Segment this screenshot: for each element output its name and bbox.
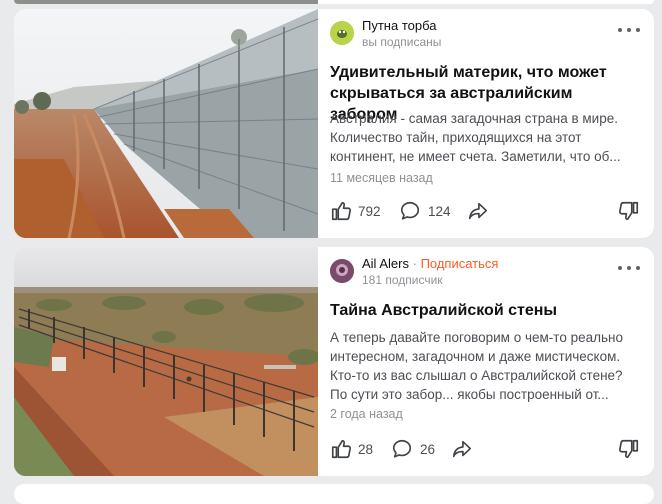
like-button[interactable]: 28 (330, 436, 373, 462)
channel-avatar[interactable] (330, 259, 354, 283)
article-thumbnail[interactable] (14, 247, 318, 476)
channel-name[interactable]: Путна торба (362, 18, 436, 33)
comment-button[interactable]: 124 (398, 198, 451, 224)
more-icon[interactable] (618, 263, 640, 273)
snippet-line: интересном, загадочном и даже мистическо… (330, 349, 621, 364)
channel-logo-icon (330, 21, 354, 45)
like-count: 792 (358, 203, 381, 219)
comment-icon (400, 201, 420, 220)
snippet-line: А теперь давайте поговорим о чем-то реал… (330, 330, 623, 345)
next-card-edge (14, 484, 654, 504)
comment-count: 124 (428, 203, 451, 219)
channel-logo-icon (330, 259, 354, 283)
like-icon (331, 201, 351, 221)
comment-button[interactable]: 26 (390, 436, 435, 462)
share-button[interactable] (450, 436, 474, 462)
snippet-line: Австралия - самая загадочная страна в ми… (330, 111, 618, 126)
article-snippet[interactable]: А теперь давайте поговорим о чем-то реал… (330, 328, 646, 404)
subscribe-button[interactable]: Подписаться (421, 256, 499, 271)
snippet-line: Кто-то из вас слышал о Австралийской сте… (330, 368, 623, 383)
share-button[interactable] (466, 198, 490, 224)
article-card[interactable]: Путна торба вы подписаны Удивительный ма… (14, 9, 654, 238)
previous-card-edge (14, 0, 654, 4)
publish-age: 11 месяцев назад (330, 171, 433, 185)
channel-name[interactable]: Ail Alers (362, 256, 409, 271)
like-count: 28 (358, 441, 374, 457)
dislike-button[interactable] (618, 436, 640, 462)
snippet-line: континент, не имеет счета. Заметили, что… (330, 149, 621, 164)
article-thumbnail[interactable] (14, 9, 318, 238)
article-actions: 28 26 (330, 436, 654, 462)
comment-count: 26 (420, 441, 436, 457)
article-actions: 792 124 (330, 198, 654, 224)
subscriber-count: 181 подписчик (362, 273, 443, 287)
article-card[interactable]: Ail Alers · Подписаться 181 подписчик Та… (14, 247, 654, 476)
share-icon (452, 440, 472, 458)
dislike-button[interactable] (618, 198, 640, 224)
separator: · (412, 256, 417, 271)
more-icon[interactable] (618, 25, 640, 35)
comment-icon (392, 439, 412, 458)
channel-avatar[interactable] (330, 21, 354, 45)
share-icon (468, 202, 488, 220)
dislike-icon (619, 201, 639, 221)
snippet-line: Количество тайн, приходящихся на этот (330, 130, 582, 145)
publish-age: 2 года назад (330, 407, 403, 421)
like-icon (331, 439, 351, 459)
dislike-icon (619, 439, 639, 459)
article-snippet[interactable]: Австралия - самая загадочная страна в ми… (330, 109, 646, 166)
subscription-status: вы подписаны (362, 35, 442, 49)
channel-header: Ail Alers · Подписаться (362, 256, 498, 271)
like-button[interactable]: 792 (330, 198, 381, 224)
snippet-line: По сути это забор... якобы построенный о… (330, 387, 609, 402)
article-title[interactable]: Тайна Австралийской стены (330, 300, 640, 321)
